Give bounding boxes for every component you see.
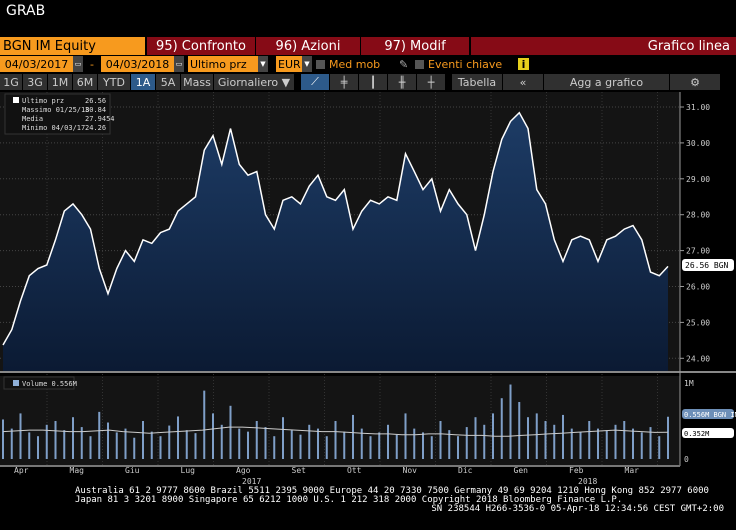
hlc-icon[interactable]: ┼ xyxy=(417,74,445,90)
modify-button[interactable]: 97) Modif xyxy=(361,37,469,55)
last-price-label: 26.56 BGN IM xyxy=(682,259,736,271)
price-chart[interactable]: 31.00 30.00 29.00 28.00 27.00 26.00 25.00 24.00… xyxy=(0,92,736,487)
end-date-input[interactable]: 04/03/2018 xyxy=(101,56,174,72)
month-label: Gen xyxy=(514,466,529,475)
y-tick-label: 31.00 xyxy=(686,103,710,112)
key-events-label: Eventi chiave xyxy=(428,57,503,71)
toolbar-ranges: 1G 3G 1M 6M YTD 1A 5A Mass Giornaliero ▼… xyxy=(0,74,736,90)
key-events-checkbox[interactable] xyxy=(415,59,424,69)
svg-text:0.556M BGN IM: 0.556M BGN IM xyxy=(684,411,736,419)
y-tick-label: 24.00 xyxy=(686,354,710,363)
month-label: Lug xyxy=(181,466,196,475)
info-icon[interactable]: i xyxy=(518,58,529,71)
actions-button[interactable]: 96) Azioni xyxy=(256,37,360,55)
range-3g[interactable]: 3G xyxy=(23,74,47,90)
y-tick-label: 29.00 xyxy=(686,175,710,184)
month-label: Apr xyxy=(14,466,29,475)
volume-tick-1m: 1M xyxy=(684,379,694,388)
svg-text:24.26: 24.26 xyxy=(85,124,106,132)
toolbar-primary: BGN IM Equity 95) Confronto 96) Azioni 9… xyxy=(0,37,736,55)
settings-button[interactable]: ⚙ xyxy=(670,74,720,90)
footer-session: SN 238544 H266-3536-0 05-Apr-18 12:34:56… xyxy=(431,504,724,514)
svg-text:0.352M: 0.352M xyxy=(684,430,709,438)
field-select[interactable]: Ultimo prz xyxy=(188,56,258,72)
compare-button[interactable]: 95) Confronto xyxy=(147,37,255,55)
date-separator: - xyxy=(90,57,94,71)
chevron-down-icon[interactable]: ▼ xyxy=(302,56,312,72)
svg-text:26.56 BGN IM: 26.56 BGN IM xyxy=(685,261,736,270)
pencil-icon[interactable]: ✎ xyxy=(399,56,411,72)
chevron-down-icon[interactable]: ▼ xyxy=(258,56,268,72)
frequency-select[interactable]: Giornaliero ▼ xyxy=(214,74,294,90)
month-label: Nov xyxy=(403,466,418,475)
y-tick-label: 27.00 xyxy=(686,247,710,256)
price-legend: Ultimo prz 26.56 Massimo 01/25/1830.84 Me… xyxy=(4,93,115,135)
line-chart-icon[interactable]: ⟋ xyxy=(301,74,329,90)
calendar-icon[interactable]: ▭ xyxy=(174,56,184,72)
window-title: GRAB xyxy=(6,3,46,19)
range-5a[interactable]: 5A xyxy=(156,74,180,90)
toolbar-date: 04/03/2017 ▭ - 04/03/2018 ▭ Ultimo prz ▼… xyxy=(0,56,736,72)
month-label: Dic xyxy=(458,466,473,475)
y-tick-label: 26.00 xyxy=(686,283,710,292)
volume-legend: Volume 0.556M xyxy=(3,376,77,390)
chart-type-label: Grafico linea xyxy=(471,37,736,55)
volume-avg-label: 0.352M xyxy=(682,428,734,438)
month-label: Feb xyxy=(569,466,584,475)
year-label-2017: 2017 xyxy=(242,477,261,486)
range-6m[interactable]: 6M xyxy=(73,74,97,90)
range-max[interactable]: Mass xyxy=(181,74,213,90)
currency-select[interactable]: EUR xyxy=(276,56,302,72)
y-tick-label: 28.00 xyxy=(686,211,710,220)
svg-text:27.9454: 27.9454 xyxy=(85,115,115,123)
ticker-input[interactable]: BGN IM Equity xyxy=(0,37,145,55)
range-1a[interactable]: 1A xyxy=(131,74,155,90)
y-tick-label: 30.00 xyxy=(686,139,710,148)
add-to-chart-button[interactable]: Agg a grafico xyxy=(544,74,669,90)
range-1g[interactable]: 1G xyxy=(0,74,22,90)
collapse-button[interactable]: « xyxy=(503,74,543,90)
volume-tick-0: 0 xyxy=(684,455,689,464)
month-label: Mar xyxy=(625,466,640,475)
moving-average-label: Med mob xyxy=(329,57,381,71)
month-label: Ott xyxy=(347,466,362,475)
svg-text:Massimo 01/25/18: Massimo 01/25/18 xyxy=(22,106,89,114)
svg-text:Minimo 04/03/17: Minimo 04/03/17 xyxy=(22,124,85,132)
table-button[interactable]: Tabella xyxy=(452,74,502,90)
start-date-input[interactable]: 04/03/2017 xyxy=(0,56,73,72)
y-tick-label: 25.00 xyxy=(686,318,710,327)
month-label: Mag xyxy=(70,466,85,475)
month-label: Giu xyxy=(125,466,140,475)
svg-text:30.84: 30.84 xyxy=(85,106,106,114)
month-label: Set xyxy=(292,466,307,475)
year-label-2018: 2018 xyxy=(578,477,597,486)
calendar-icon[interactable]: ▭ xyxy=(73,56,83,72)
moving-average-checkbox[interactable] xyxy=(316,59,325,69)
svg-text:Media: Media xyxy=(22,115,43,123)
svg-text:26.56: 26.56 xyxy=(85,97,106,105)
range-ytd[interactable]: YTD xyxy=(98,74,130,90)
legend-swatch xyxy=(13,97,19,103)
footer: Australia 61 2 9777 8600 Brazil 5511 239… xyxy=(0,487,736,514)
range-1m[interactable]: 1M xyxy=(48,74,72,90)
bar-chart-icon[interactable]: ┃ xyxy=(359,74,387,90)
candlestick-icon[interactable]: ╪ xyxy=(330,74,358,90)
month-label: Ago xyxy=(236,466,251,475)
svg-text:Volume 0.556M: Volume 0.556M xyxy=(22,380,77,388)
svg-text:Ultimo prz: Ultimo prz xyxy=(22,97,64,105)
ohlc-icon[interactable]: ╫ xyxy=(388,74,416,90)
volume-last-label: 0.556M BGN IM xyxy=(682,409,736,419)
